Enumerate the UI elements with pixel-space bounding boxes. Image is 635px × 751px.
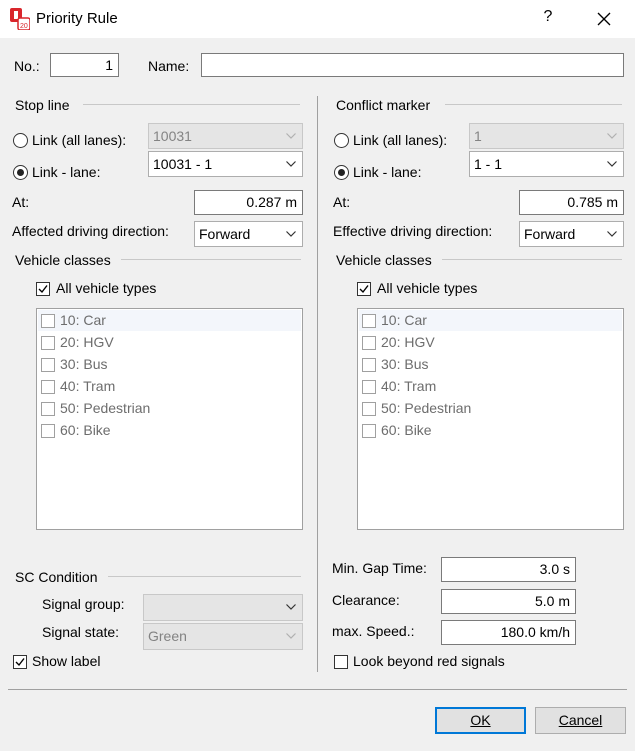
footer-divider bbox=[8, 689, 627, 690]
checkbox[interactable] bbox=[41, 314, 55, 328]
conflict-link-all-radio[interactable] bbox=[334, 133, 349, 148]
column-divider bbox=[317, 96, 318, 672]
chevron-down-icon bbox=[286, 231, 296, 237]
signal-group-label: Signal group: bbox=[42, 596, 125, 612]
checkbox[interactable] bbox=[41, 424, 55, 438]
conflict-link-lane-select[interactable]: 1 - 1 bbox=[469, 151, 624, 177]
signal-state-select: Green bbox=[143, 623, 303, 650]
stop-line-link-lane-label: Link - lane: bbox=[32, 164, 101, 180]
cancel-button[interactable]: Cancel bbox=[535, 707, 626, 734]
checkbox[interactable] bbox=[41, 336, 55, 350]
list-item[interactable]: 30: Bus bbox=[359, 354, 622, 375]
conflict-link-lane-label: Link - lane: bbox=[353, 164, 422, 180]
affected-direction-label: Affected driving direction: bbox=[12, 223, 169, 239]
conflict-marker-group-title: Conflict marker bbox=[336, 97, 431, 113]
conflict-all-vehicle-types-label: All vehicle types bbox=[377, 280, 478, 296]
conflict-link-all-select: 1 bbox=[469, 123, 624, 149]
checkbox[interactable] bbox=[362, 336, 376, 350]
no-label: No.: bbox=[14, 58, 40, 74]
list-item[interactable]: 40: Tram bbox=[38, 376, 301, 397]
chevron-down-icon bbox=[286, 133, 296, 139]
show-label-label: Show label bbox=[32, 653, 101, 669]
conflict-at-input[interactable]: 0.785 m bbox=[519, 190, 624, 215]
sc-condition-group-title: SC Condition bbox=[15, 569, 98, 585]
list-item[interactable]: 60: Bike bbox=[38, 420, 301, 441]
svg-text:20: 20 bbox=[20, 23, 28, 30]
stop-line-all-vehicle-types-label: All vehicle types bbox=[56, 280, 157, 296]
list-item[interactable]: 50: Pedestrian bbox=[359, 398, 622, 419]
clearance-label: Clearance: bbox=[332, 592, 400, 608]
stop-line-link-lane-radio[interactable] bbox=[13, 165, 28, 180]
chevron-down-icon bbox=[607, 161, 617, 167]
list-item[interactable]: 20: HGV bbox=[359, 332, 622, 353]
conflict-vehicle-classes-title: Vehicle classes bbox=[336, 252, 432, 268]
stop-line-all-vehicle-types-checkbox[interactable] bbox=[36, 282, 50, 296]
stop-line-group-divider bbox=[83, 104, 300, 105]
conflict-link-all-label: Link (all lanes): bbox=[353, 132, 448, 148]
checkbox[interactable] bbox=[362, 380, 376, 394]
checkbox[interactable] bbox=[362, 402, 376, 416]
list-item[interactable]: 10: Car bbox=[359, 310, 622, 331]
chevron-down-icon bbox=[286, 633, 296, 639]
conflict-at-label: At: bbox=[333, 194, 351, 210]
help-button[interactable]: ? bbox=[538, 8, 558, 28]
checkmark-icon bbox=[359, 285, 369, 294]
stop-line-link-all-radio[interactable] bbox=[13, 133, 28, 148]
checkbox[interactable] bbox=[41, 380, 55, 394]
close-icon[interactable] bbox=[593, 8, 615, 30]
signal-state-label: Signal state: bbox=[42, 624, 120, 640]
list-item[interactable]: 50: Pedestrian bbox=[38, 398, 301, 419]
max-speed-input[interactable]: 180.0 km/h bbox=[441, 620, 576, 645]
stop-line-group-title: Stop line bbox=[15, 97, 70, 113]
conflict-marker-group-divider bbox=[445, 104, 622, 105]
priority-rule-app-icon: 20 bbox=[10, 8, 30, 30]
title-bar: 20 Priority Rule ? bbox=[0, 0, 635, 38]
list-item[interactable]: 60: Bike bbox=[359, 420, 622, 441]
ok-button[interactable]: OK bbox=[435, 707, 526, 734]
name-input[interactable] bbox=[201, 53, 624, 77]
min-gap-time-label: Min. Gap Time: bbox=[332, 560, 427, 576]
list-item[interactable]: 10: Car bbox=[38, 310, 301, 331]
effective-direction-label: Effective driving direction: bbox=[333, 223, 493, 239]
checkmark-icon bbox=[15, 658, 25, 667]
look-beyond-red-label: Look beyond red signals bbox=[353, 653, 505, 669]
checkmark-icon bbox=[38, 285, 48, 294]
chevron-down-icon bbox=[286, 161, 296, 167]
clearance-input[interactable]: 5.0 m bbox=[441, 589, 576, 614]
look-beyond-red-checkbox[interactable] bbox=[334, 655, 348, 669]
conflict-all-vehicle-types-checkbox[interactable] bbox=[357, 282, 371, 296]
chevron-down-icon bbox=[607, 231, 617, 237]
chevron-down-icon bbox=[607, 133, 617, 139]
stop-line-vehicle-list[interactable]: 10: Car 20: HGV 30: Bus 40: Tram 50: Ped… bbox=[36, 308, 303, 530]
checkbox[interactable] bbox=[362, 424, 376, 438]
conflict-vehicle-classes-divider bbox=[442, 259, 622, 260]
list-item[interactable]: 40: Tram bbox=[359, 376, 622, 397]
min-gap-time-input[interactable]: 3.0 s bbox=[441, 557, 576, 582]
stop-line-link-all-select: 10031 bbox=[148, 123, 303, 149]
stop-line-link-lane-select[interactable]: 10031 - 1 bbox=[148, 151, 303, 177]
effective-direction-select[interactable]: Forward bbox=[519, 221, 624, 247]
signal-group-select bbox=[143, 594, 303, 621]
checkbox[interactable] bbox=[41, 358, 55, 372]
sc-condition-group-divider bbox=[108, 576, 301, 577]
conflict-vehicle-list[interactable]: 10: Car 20: HGV 30: Bus 40: Tram 50: Ped… bbox=[357, 308, 624, 530]
show-label-checkbox[interactable] bbox=[13, 655, 27, 669]
list-item[interactable]: 20: HGV bbox=[38, 332, 301, 353]
chevron-down-icon bbox=[286, 604, 296, 610]
name-label: Name: bbox=[148, 58, 190, 74]
list-item[interactable]: 30: Bus bbox=[38, 354, 301, 375]
checkbox[interactable] bbox=[362, 358, 376, 372]
max-speed-label: max. Speed.: bbox=[332, 623, 415, 639]
affected-direction-select[interactable]: Forward bbox=[194, 221, 303, 247]
window-title: Priority Rule bbox=[36, 10, 118, 27]
stop-line-link-all-label: Link (all lanes): bbox=[32, 132, 127, 148]
checkbox[interactable] bbox=[41, 402, 55, 416]
checkbox[interactable] bbox=[362, 314, 376, 328]
conflict-link-lane-radio[interactable] bbox=[334, 165, 349, 180]
stop-line-at-input[interactable]: 0.287 m bbox=[194, 190, 303, 215]
stop-line-at-label: At: bbox=[12, 194, 30, 210]
no-input[interactable]: 1 bbox=[50, 53, 119, 77]
stop-line-vehicle-classes-title: Vehicle classes bbox=[15, 252, 111, 268]
stop-line-vehicle-classes-divider bbox=[121, 259, 301, 260]
